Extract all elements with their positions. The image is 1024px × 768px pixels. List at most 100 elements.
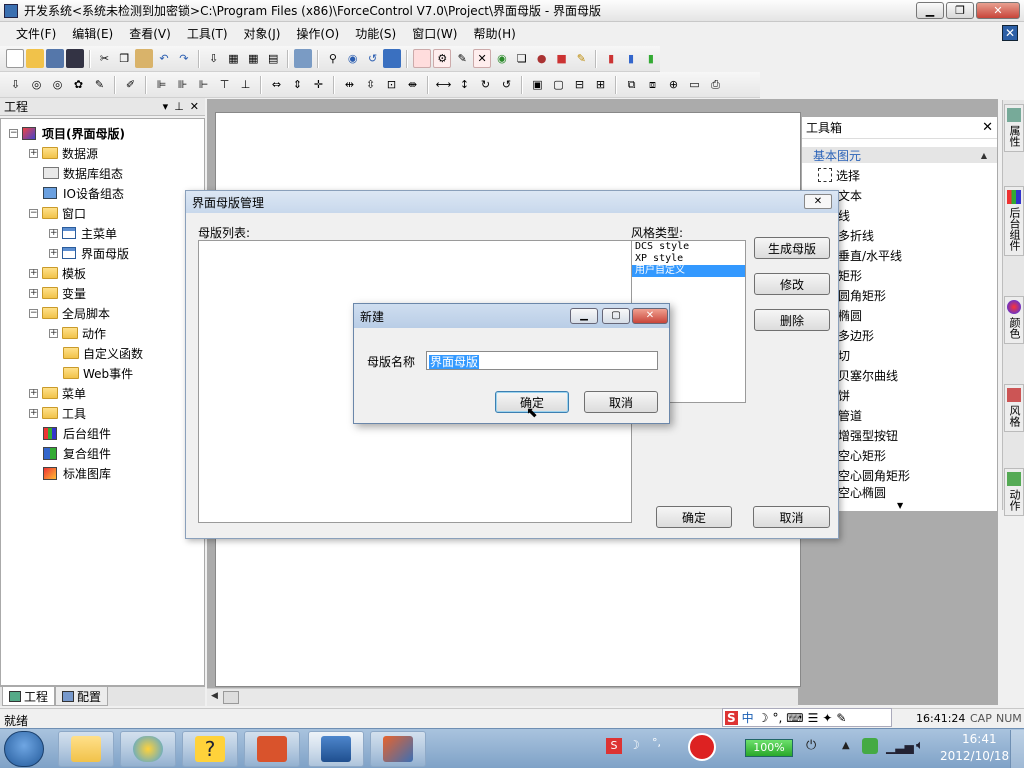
toolbox-item-enhanced-button[interactable]: 增强型按钮 bbox=[838, 425, 898, 445]
expand-icon[interactable]: + bbox=[29, 288, 38, 298]
close-button[interactable]: ✕ bbox=[976, 2, 1020, 19]
style-option-custom[interactable]: 用户自定义 bbox=[632, 265, 745, 277]
paste-icon[interactable] bbox=[135, 49, 154, 68]
distribute-h-icon[interactable]: ⇔ bbox=[267, 75, 286, 94]
tab-color[interactable]: 颜色 bbox=[1004, 296, 1024, 344]
tree-node-menu[interactable]: + 菜单 bbox=[29, 383, 86, 403]
toolbox-item-text[interactable]: 文本 bbox=[838, 185, 862, 205]
align-bottom-icon[interactable]: ⊥ bbox=[236, 75, 255, 94]
maximize-button[interactable]: ❐ bbox=[946, 2, 974, 19]
tree-node-action[interactable]: + 动作 bbox=[49, 323, 106, 343]
toolbox-item-bezier[interactable]: 贝塞尔曲线 bbox=[838, 365, 898, 385]
download-arrow-icon[interactable]: ⇩ bbox=[6, 75, 25, 94]
ime-punct-icon[interactable]: °, bbox=[772, 711, 782, 725]
group-icon[interactable]: ◎ bbox=[27, 75, 46, 94]
scroll-thumb[interactable] bbox=[223, 691, 239, 704]
style-option-dcs[interactable]: DCS style bbox=[632, 241, 745, 253]
send-back-icon[interactable]: ▢ bbox=[549, 75, 568, 94]
horizontal-scrollbar[interactable]: ◀ bbox=[207, 688, 798, 706]
pencil-icon[interactable]: ✎ bbox=[572, 49, 590, 68]
same-width-icon[interactable]: ⇹ bbox=[340, 75, 359, 94]
tab-config[interactable]: 配置 bbox=[55, 687, 109, 706]
settings-icon[interactable]: ⚙ bbox=[433, 49, 452, 68]
maximize-button[interactable]: ▢ bbox=[602, 308, 630, 324]
minimize-button[interactable]: ▁ bbox=[916, 2, 944, 19]
collapse-icon[interactable]: − bbox=[29, 208, 38, 218]
delete-button[interactable]: 删除 bbox=[754, 309, 830, 331]
tree-node-project[interactable]: − 项目(界面母版) bbox=[9, 123, 125, 143]
tree-node-composite-component[interactable]: 复合组件 bbox=[43, 443, 111, 463]
bring-front-icon[interactable]: ▣ bbox=[528, 75, 547, 94]
toolbox-item-line[interactable]: 线 bbox=[838, 205, 850, 225]
tree-node-window[interactable]: − 窗口 bbox=[29, 203, 86, 223]
ime-toolbar[interactable]: S 中 ☽ °, ⌨ ☰ ✦ ✎ bbox=[722, 708, 892, 727]
menu-help[interactable]: 帮助(H) bbox=[465, 25, 523, 42]
chart-icon[interactable]: ▮ bbox=[602, 49, 620, 68]
signal-icon[interactable]: ▁▃▅ bbox=[886, 740, 914, 754]
sogou-icon[interactable]: S bbox=[725, 710, 738, 725]
tree-node-datasource[interactable]: + 数据源 bbox=[29, 143, 98, 163]
tray-app-icon[interactable] bbox=[688, 733, 716, 761]
tree-node-web-event[interactable]: Web事件 bbox=[63, 363, 133, 383]
clock-date[interactable]: 2012/10/18 bbox=[940, 749, 1009, 763]
cancel-button[interactable]: 取消 bbox=[753, 506, 830, 528]
align-center-icon[interactable]: ⊪ bbox=[173, 75, 192, 94]
collapse-up-icon[interactable]: ▲ bbox=[981, 151, 987, 160]
open-folder-icon[interactable] bbox=[25, 49, 44, 68]
battery-indicator[interactable]: 100% bbox=[745, 739, 793, 757]
toolbox-item-pipe[interactable]: 管道 bbox=[838, 405, 862, 425]
start-button[interactable] bbox=[4, 731, 44, 767]
ime-shirt-icon[interactable]: ✦ bbox=[822, 711, 832, 725]
collapse-icon[interactable]: − bbox=[9, 128, 18, 138]
tab-style[interactable]: 风格 bbox=[1004, 384, 1024, 432]
expand-icon[interactable]: + bbox=[29, 148, 38, 158]
taskbar-help[interactable]: ? bbox=[182, 731, 238, 767]
format-icon[interactable]: ✎ bbox=[90, 75, 109, 94]
table-icon[interactable]: ▤ bbox=[264, 49, 282, 68]
new-file-icon[interactable] bbox=[6, 49, 24, 68]
undo-icon[interactable]: ↶ bbox=[155, 49, 173, 68]
toolbox-item-hv-line[interactable]: 垂直/水平线 bbox=[838, 245, 902, 265]
align-top-icon[interactable]: ⊤ bbox=[215, 75, 234, 94]
tree-node-global-script[interactable]: − 全局脚本 bbox=[29, 303, 110, 323]
display-icon[interactable]: ▭ bbox=[685, 75, 704, 94]
component-icon[interactable]: ▮ bbox=[642, 49, 660, 68]
ok-button[interactable]: 确定 bbox=[656, 506, 732, 528]
align-right-icon[interactable]: ⊩ bbox=[194, 75, 213, 94]
tools-icon[interactable]: ✕ bbox=[473, 49, 492, 68]
mdi-close-icon[interactable]: ✕ bbox=[1002, 25, 1018, 41]
panel-close-icon[interactable]: ✕ bbox=[190, 100, 199, 113]
expand-icon[interactable]: + bbox=[49, 228, 58, 238]
tree-node-tools[interactable]: + 工具 bbox=[29, 403, 86, 423]
show-hidden-icons[interactable]: ▲ bbox=[842, 740, 850, 751]
same-height-icon[interactable]: ⇳ bbox=[361, 75, 380, 94]
menu-edit[interactable]: 编辑(E) bbox=[64, 25, 121, 42]
toolbox-item-select[interactable]: 选择 bbox=[818, 165, 860, 185]
generate-master-button[interactable]: 生成母版 bbox=[754, 237, 830, 259]
info-icon[interactable]: ◉ bbox=[493, 49, 511, 68]
menu-file[interactable]: 文件(F) bbox=[8, 25, 64, 42]
network-tray-icon[interactable] bbox=[862, 738, 878, 754]
tab-action[interactable]: 动作 bbox=[1004, 468, 1024, 516]
bar-chart-icon[interactable]: ▮ bbox=[622, 49, 640, 68]
ime-keyboard-icon[interactable]: ⌨ bbox=[786, 711, 803, 725]
space-h-icon[interactable]: ⇼ bbox=[403, 75, 422, 94]
taskbar-forcecontrol[interactable] bbox=[308, 731, 364, 767]
calculator-icon[interactable]: ▦ bbox=[225, 49, 243, 68]
taskbar-explorer[interactable] bbox=[58, 731, 114, 767]
menu-function[interactable]: 功能(S) bbox=[347, 25, 404, 42]
tab-project[interactable]: 工程 bbox=[2, 687, 56, 706]
edit-properties-icon[interactable]: ✐ bbox=[121, 75, 140, 94]
panel-dropdown-icon[interactable]: ▾ bbox=[163, 100, 169, 113]
expand-icon[interactable]: + bbox=[49, 248, 58, 258]
run-icon[interactable]: ↺ bbox=[364, 49, 382, 68]
ime-skin-icon[interactable]: ☰ bbox=[808, 711, 819, 725]
toolbox-item-hollow-rounded-rect[interactable]: 空心圆角矩形 bbox=[838, 465, 910, 485]
save-icon[interactable] bbox=[45, 49, 64, 68]
sogou-tray-icon[interactable]: S bbox=[606, 738, 622, 754]
redo-icon[interactable]: ↷ bbox=[175, 49, 193, 68]
color-icon[interactable]: ● bbox=[533, 49, 551, 68]
lock-icon[interactable]: ⊟ bbox=[570, 75, 589, 94]
new-cancel-button[interactable]: 取消 bbox=[584, 391, 658, 413]
ungroup-objects-icon[interactable]: ⧈ bbox=[643, 75, 662, 94]
